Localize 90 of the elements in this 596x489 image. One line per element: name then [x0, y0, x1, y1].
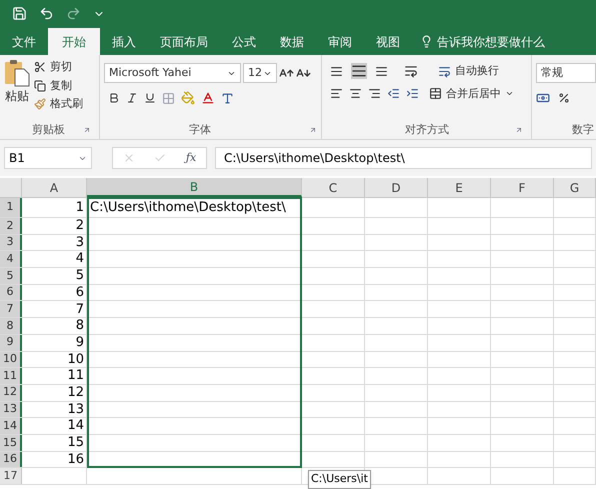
increase-indent-icon[interactable]: [406, 87, 419, 100]
table-cell-text: 15: [67, 434, 84, 452]
table-cell-text: 7: [76, 300, 84, 319]
ribbon-tab[interactable]: 插入: [100, 28, 148, 55]
row-header[interactable]: 9: [0, 334, 22, 350]
paste-button[interactable]: 粘贴: [0, 59, 34, 121]
table-cell-text: C:\Users\ithome\Desktop\test\: [90, 198, 286, 217]
merge-cells-icon: [429, 87, 442, 100]
name-box[interactable]: B1: [4, 147, 92, 169]
ribbon-tab[interactable]: 公式: [220, 28, 268, 55]
copy-button[interactable]: 复制: [34, 78, 83, 94]
column-header[interactable]: E: [428, 178, 491, 197]
row-header[interactable]: 7: [0, 301, 22, 318]
row-header[interactable]: 3: [0, 234, 22, 250]
save-icon[interactable]: [12, 6, 27, 21]
lightbulb-icon: [420, 35, 433, 48]
merge-center-button[interactable]: 合并后居中: [429, 86, 514, 102]
paintbrush-icon: [34, 98, 46, 110]
table-cell-text: 13: [67, 400, 84, 419]
table-cell-text: 16: [67, 450, 84, 469]
ribbon-tab[interactable]: 开始: [48, 28, 100, 55]
group-label: 对齐方式: [405, 122, 449, 138]
row-header[interactable]: 6: [0, 284, 22, 300]
row-header[interactable]: 2: [0, 218, 22, 234]
clipboard-icon: [4, 59, 30, 87]
tell-me-field[interactable]: 告诉我你想要做什么: [437, 32, 545, 50]
row-header[interactable]: 12: [0, 384, 22, 401]
table-cell-text: 5: [76, 267, 84, 286]
copy-icon: [34, 80, 46, 92]
table-cell-text: 14: [67, 417, 84, 436]
cut-button[interactable]: 剪切: [34, 59, 83, 76]
undo-icon[interactable]: [39, 6, 54, 21]
row-header[interactable]: 10: [0, 352, 22, 368]
table-cell-text: 4: [76, 250, 84, 268]
table-cell-text: 11: [67, 367, 84, 386]
row-header[interactable]: 16: [0, 452, 22, 468]
align-right-icon[interactable]: [368, 87, 381, 100]
align-left-icon[interactable]: [330, 87, 343, 100]
ribbon-tab[interactable]: 页面布局: [148, 28, 220, 55]
formula-input[interactable]: C:\Users\ithome\Desktop\test\: [215, 147, 592, 169]
scissors-icon: [34, 61, 46, 74]
column-header[interactable]: B: [87, 178, 302, 197]
underline-icon[interactable]: [144, 92, 156, 104]
row-header[interactable]: 8: [0, 318, 22, 334]
table-cell-text: 1: [76, 198, 84, 217]
row-header[interactable]: 17: [0, 468, 22, 484]
table-cell-text: 10: [67, 350, 84, 369]
ribbon-tab[interactable]: 数据: [268, 28, 316, 55]
table-cell-text: 2: [76, 217, 84, 236]
font-size-dropdown[interactable]: 12: [243, 63, 277, 83]
percent-icon[interactable]: [558, 92, 570, 104]
column-header[interactable]: D: [365, 178, 428, 197]
wrap-text-button[interactable]: 自动换行: [438, 63, 499, 80]
align-center-icon[interactable]: [349, 87, 362, 100]
number-format-dropdown[interactable]: 常规: [536, 63, 596, 83]
ribbon-tab[interactable]: 文件: [0, 28, 48, 55]
decrease-indent-icon[interactable]: [387, 87, 400, 100]
dialog-launcher-icon[interactable]: [83, 126, 91, 134]
ribbon-tab[interactable]: 审阅: [316, 28, 364, 55]
dialog-launcher-icon[interactable]: [309, 126, 317, 134]
row-header[interactable]: 15: [0, 434, 22, 451]
table-cell-text: 9: [76, 334, 84, 352]
italic-icon[interactable]: [126, 92, 138, 104]
column-header[interactable]: G: [554, 178, 596, 197]
format-painter-button[interactable]: 格式刷: [34, 96, 83, 112]
wrap-text-icon: [438, 64, 451, 78]
row-header[interactable]: 4: [0, 251, 22, 268]
table-cell-text: 3: [76, 234, 84, 252]
currency-icon[interactable]: [536, 91, 550, 105]
column-header[interactable]: C: [302, 178, 365, 197]
row-header[interactable]: 5: [0, 268, 22, 284]
group-label: 字体: [189, 122, 211, 138]
row-header[interactable]: 1: [0, 198, 22, 217]
row-header[interactable]: 13: [0, 402, 22, 418]
table-cell-text: 12: [67, 384, 84, 402]
ribbon-tab[interactable]: 视图: [364, 28, 412, 55]
group-label: 数字: [572, 122, 594, 138]
tooltip: C:\Users\it: [308, 470, 371, 488]
row-header[interactable]: 11: [0, 368, 22, 384]
group-label: 剪贴板: [32, 122, 65, 138]
font-name-dropdown[interactable]: Microsoft Yahei: [104, 63, 241, 83]
table-cell-text: 8: [76, 317, 84, 336]
row-header[interactable]: 14: [0, 418, 22, 434]
fill-color-icon[interactable]: [181, 91, 195, 105]
font-color-icon[interactable]: [201, 91, 215, 105]
insert-function-icon[interactable]: ƒx: [186, 150, 196, 166]
table-cell-text: 6: [76, 284, 84, 302]
dialog-launcher-icon[interactable]: [515, 126, 523, 134]
bold-icon[interactable]: [108, 92, 120, 104]
column-header[interactable]: F: [491, 178, 554, 197]
